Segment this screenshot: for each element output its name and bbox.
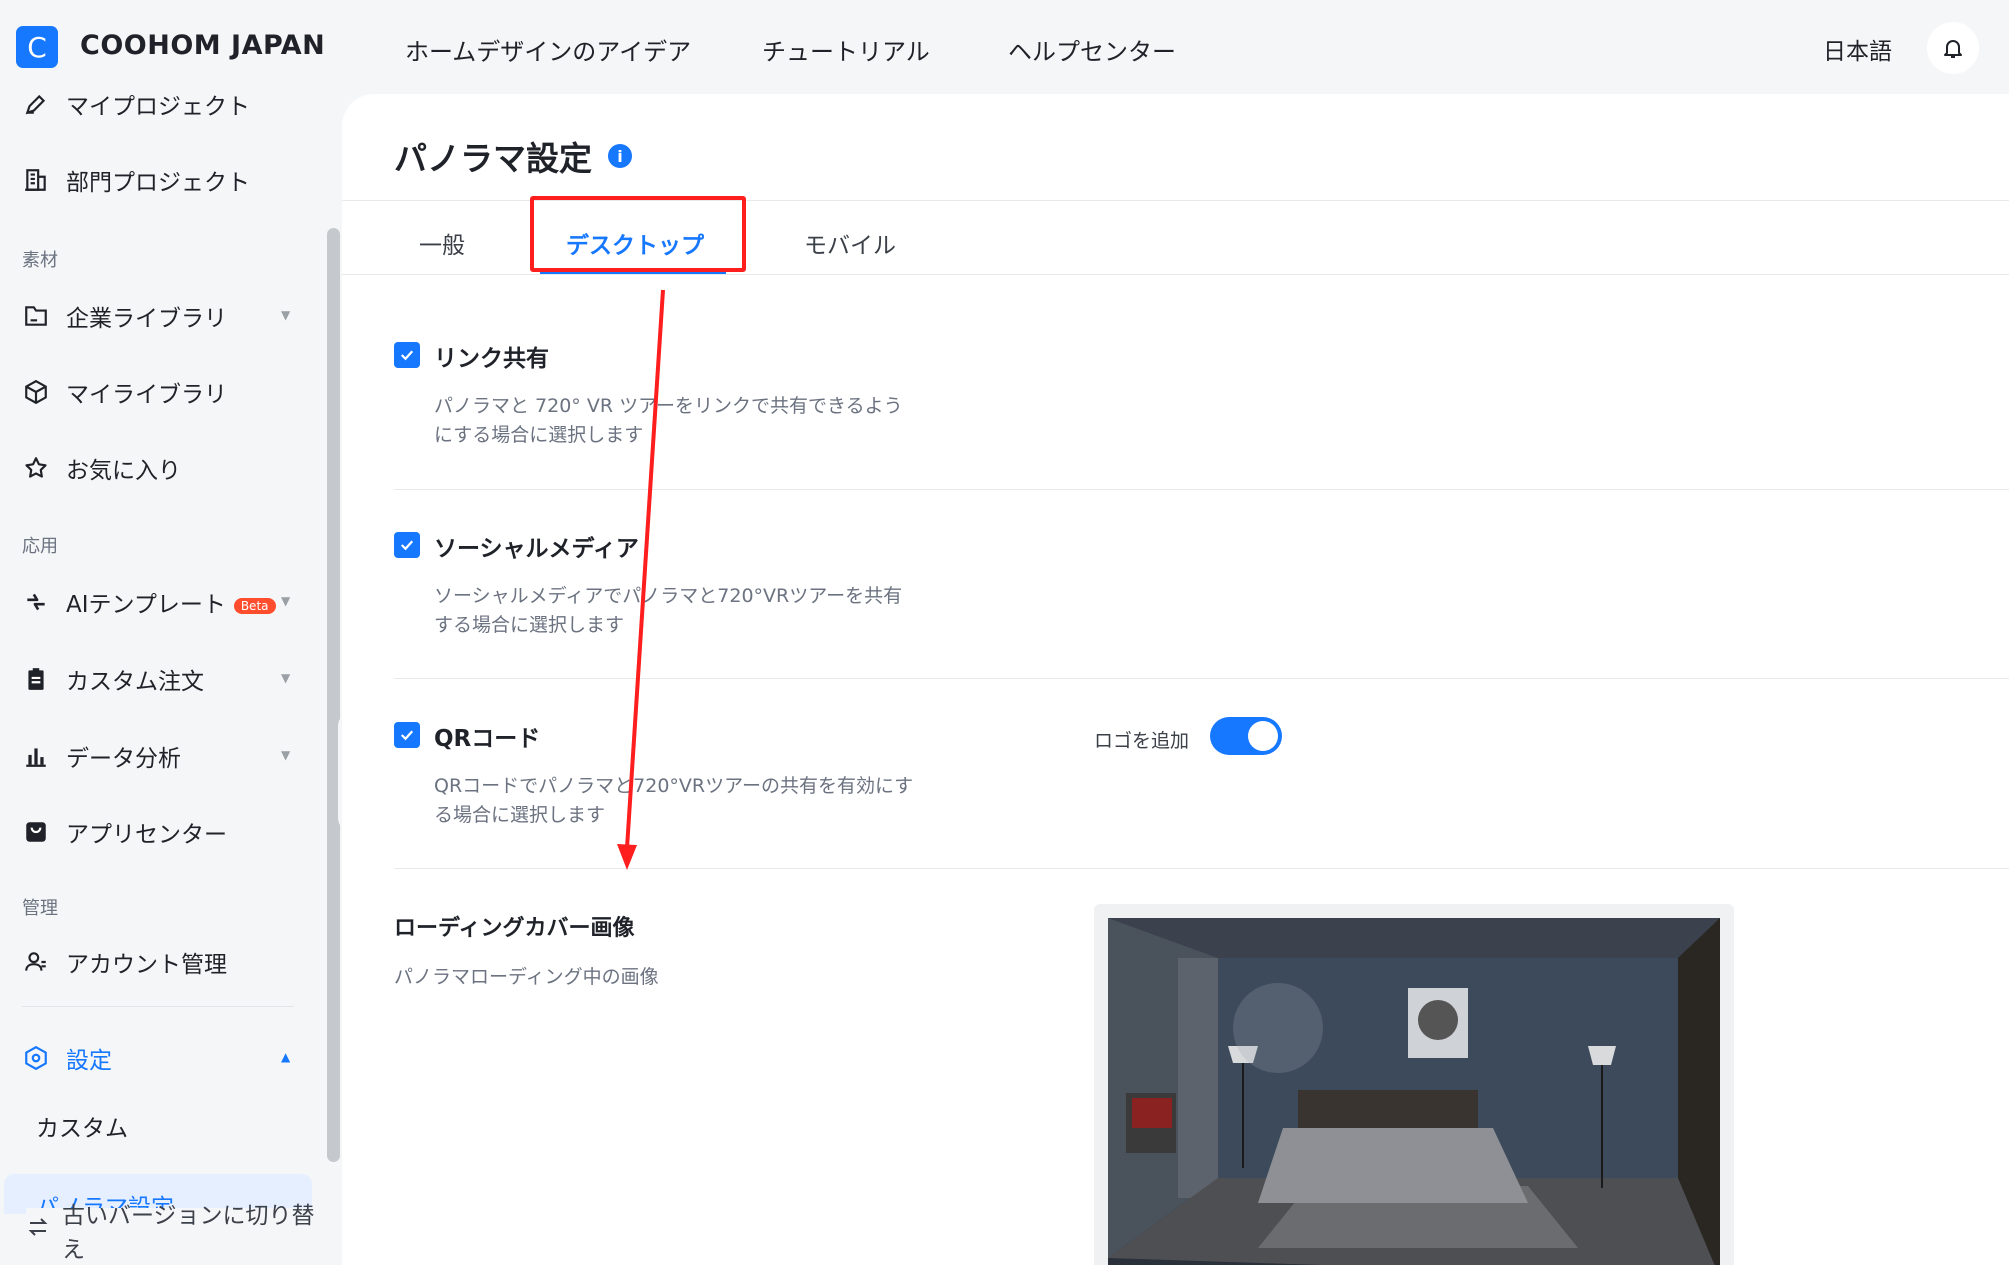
sidebar-item-label: 設定	[66, 1048, 112, 1074]
option-divider	[394, 868, 2009, 869]
sidebar-item-label: アカウント管理	[66, 952, 227, 978]
sidebar: マイプロジェクト 部門プロジェクト 素材 企業ライブラリ ▼ マイライブラリ お…	[0, 94, 340, 1265]
social-media-checkbox[interactable]	[394, 532, 420, 558]
folder-icon	[22, 302, 50, 330]
top-bar: C COOHOM JAPAN ホームデザインのアイデア チュートリアル ヘルプセ…	[0, 0, 2009, 94]
cube-icon	[22, 378, 50, 406]
sidebar-item-my-library[interactable]: マイライブラリ	[22, 370, 227, 414]
sidebar-item-app-center[interactable]: アプリセンター	[22, 810, 227, 854]
info-icon[interactable]: i	[608, 144, 632, 168]
sidebar-item-label: 部門プロジェクト	[66, 170, 250, 196]
page-title: パノラマ設定 i	[394, 132, 632, 180]
brand-name[interactable]: COOHOM JAPAN	[80, 30, 325, 61]
building-icon	[22, 166, 50, 194]
add-logo-label: ロゴを追加	[1094, 730, 1190, 752]
nav-help-center[interactable]: ヘルプセンター	[1008, 32, 1176, 67]
tabs-divider	[342, 274, 2009, 275]
sidebar-item-account-management[interactable]: アカウント管理	[22, 940, 227, 984]
sidebar-item-data-analysis[interactable]: データ分析	[22, 734, 181, 778]
annotation-highlight-box	[530, 196, 746, 272]
sidebar-item-label: 企業ライブラリ	[66, 306, 227, 332]
option-description: QRコードでパノラマと720°VRツアーの共有を有効にする場合に選択します	[434, 775, 914, 826]
sidebar-item-enterprise-library[interactable]: 企業ライブラリ	[22, 294, 227, 338]
logo-letter: C	[27, 30, 47, 64]
sidebar-scrollbar[interactable]	[327, 228, 340, 1162]
option-divider	[394, 489, 2009, 490]
cover-image-description: パノラマローディング中の画像	[394, 966, 659, 988]
cover-image-title: ローディングカバー画像	[394, 916, 635, 941]
bar-chart-icon	[22, 742, 50, 770]
user-manage-icon	[22, 948, 50, 976]
section-admin: 管理	[22, 898, 58, 919]
sidebar-item-settings[interactable]: 設定	[22, 1036, 112, 1080]
sidebar-item-label: AIテンプレート	[66, 592, 226, 618]
switch-version-label: 古いバージョンに切り替え	[62, 1203, 315, 1263]
switch-old-version-button[interactable]: 古いバージョンに切り替え	[26, 1203, 336, 1263]
check-icon	[400, 730, 414, 741]
clipboard-icon	[22, 665, 50, 693]
option-description: ソーシャルメディアでパノラマと720°VRツアーを共有する場合に選択します	[434, 585, 903, 636]
chevron-down-icon[interactable]: ▼	[281, 308, 290, 322]
edit-project-icon	[22, 90, 50, 118]
sidebar-subitem-custom[interactable]: カスタム	[36, 1104, 128, 1148]
sidebar-item-my-projects[interactable]: マイプロジェクト	[22, 82, 250, 126]
sidebar-divider	[22, 1006, 294, 1007]
option-title: ソーシャルメディア	[434, 536, 639, 562]
sidebar-item-department-projects[interactable]: 部門プロジェクト	[22, 158, 250, 202]
sidebar-item-label: マイプロジェクト	[66, 94, 250, 120]
option-description: パノラマと 720° VR ツアーをリンクで共有できるようにする場合に選択します	[434, 395, 903, 446]
bolt-icon	[22, 588, 50, 616]
option-divider	[394, 678, 2009, 679]
chevron-up-icon[interactable]: ▲	[281, 1050, 290, 1064]
cover-image-frame[interactable]	[1094, 904, 1734, 1265]
tab-mobile[interactable]: モバイル	[804, 226, 896, 260]
link-share-checkbox[interactable]	[394, 342, 420, 368]
section-materials: 素材	[22, 250, 58, 271]
chevron-down-icon[interactable]: ▼	[281, 748, 290, 762]
nav-tutorial[interactable]: チュートリアル	[762, 32, 930, 67]
bell-icon	[1944, 40, 1962, 58]
nav-home-design-ideas[interactable]: ホームデザインのアイデア	[405, 32, 691, 67]
qr-code-checkbox[interactable]	[394, 722, 420, 748]
sidebar-item-ai-template[interactable]: AIテンプレート Beta	[22, 580, 276, 624]
sidebar-item-label: アプリセンター	[66, 822, 227, 848]
sidebar-item-custom-order[interactable]: カスタム注文	[22, 657, 204, 701]
check-icon	[400, 540, 414, 551]
sidebar-item-favorites[interactable]: お気に入り	[22, 446, 181, 490]
notifications-button[interactable]	[1927, 22, 1979, 74]
settings-hexagon-icon	[22, 1044, 50, 1072]
sidebar-item-label: カスタム	[36, 1116, 128, 1142]
add-logo-toggle[interactable]	[1210, 717, 1282, 755]
section-apps: 応用	[22, 536, 58, 557]
sidebar-item-label: マイライブラリ	[66, 382, 227, 408]
beta-badge: Beta	[233, 597, 276, 614]
main-panel: パノラマ設定 i 一般 デスクトップ モバイル リンク共有 パノラマと 720°…	[342, 94, 2009, 1265]
swap-arrows-icon	[26, 1215, 50, 1245]
app-bag-icon	[22, 818, 50, 846]
tab-general[interactable]: 一般	[419, 226, 465, 260]
chevron-down-icon[interactable]: ▼	[281, 594, 290, 608]
check-icon	[400, 350, 414, 361]
cover-image-bedroom	[1108, 918, 1720, 1265]
sidebar-item-label: お気に入り	[66, 458, 181, 484]
chevron-down-icon[interactable]: ▼	[281, 671, 290, 685]
option-title: QRコード	[434, 726, 541, 752]
option-title: リンク共有	[434, 346, 549, 372]
brand-logo[interactable]: C	[16, 26, 58, 68]
page-title-text: パノラマ設定	[394, 139, 592, 178]
sidebar-item-label: データ分析	[66, 746, 181, 772]
star-icon	[22, 454, 50, 482]
sidebar-item-label: カスタム注文	[66, 669, 204, 695]
language-selector[interactable]: 日本語	[1823, 32, 1892, 66]
toggle-knob	[1248, 721, 1278, 751]
